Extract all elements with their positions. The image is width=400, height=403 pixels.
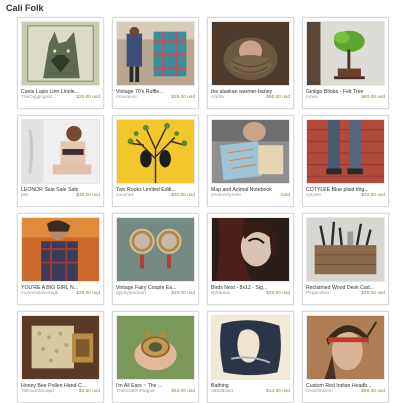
treasury-title: Cali Folk [6,3,44,13]
listing-card[interactable]: Vintage 70's Ruffle... mousevol $28.00 us… [112,17,199,109]
listing-price: $25.00 usd [171,291,195,296]
listing-card[interactable]: Reclaimed Wood Desk Cad... Pegandkai $30.… [302,213,389,305]
shop-name[interactable]: TalluvansSoaps [21,389,55,395]
shop-name[interactable]: lightbeas [211,291,230,297]
item-grid: Canis Lupis Linn Linole... TheDiggingest… [17,17,389,403]
listing-card[interactable]: Custom Red Indian Headb... DearOhDeer $98… [302,311,389,403]
listing-thumbnail[interactable] [116,21,195,86]
listing-price: $80.00 usd [361,95,385,100]
listing-thumbnail[interactable] [211,119,290,184]
listing-price: $98.00 usd [361,389,385,394]
listing-thumbnail[interactable] [116,119,195,184]
listing-thumbnail[interactable] [116,217,195,282]
listing-card[interactable]: Map and Animal Notebook yeahusrtyrinte So… [207,115,294,207]
listing-thumbnail[interactable] [211,315,290,380]
listing-thumbnail[interactable] [211,21,290,86]
listing-card[interactable]: I'm All Ears ~ The ... TheGoldenPlague $8… [112,311,199,403]
listing-card[interactable]: LEONOR Sale Sale Sale phil $35.00 usd [17,115,104,207]
shop-name[interactable]: DearOhDeer [306,389,333,395]
listing-price: $84.00 usd [171,389,195,394]
listing-price: $28.00 usd [171,95,195,100]
listing-thumbnail[interactable] [306,21,385,86]
listing-price: Sold [280,193,290,198]
listing-card[interactable]: Vintage Fairy Couple Ea... gypsymoonart $… [112,213,199,305]
listing-thumbnail[interactable] [21,119,100,184]
shop-name[interactable]: gypsymoonart [116,291,146,297]
listing-card[interactable]: COTYLEE Blue plaid thig... cotylee $22.00… [302,115,389,207]
shop-name[interactable]: couchee [116,193,134,199]
listing-card[interactable]: Honey Bee Pollen Hand-C... TalluvansSoap… [17,311,104,403]
listing-price: $14.00 usd [266,389,290,394]
listing-price: $30.00 usd [171,193,195,198]
shop-name[interactable]: yeahusrtyrinte [211,193,241,199]
listing-thumbnail[interactable] [306,315,385,380]
listing-price: $20.00 usd [76,95,100,100]
listing-thumbnail[interactable] [21,21,100,86]
listing-card[interactable]: Bathing rabbitblast $14.00 usd [207,311,294,403]
shop-name[interactable]: phil [21,193,28,199]
listing-card[interactable]: Ginkgo Biloba - Felt Tree mhes $80.00 usd [302,17,389,109]
listing-thumbnail[interactable] [306,217,385,282]
listing-card[interactable]: Two Rooks Limited Editi... couchee $30.00… [112,115,199,207]
listing-thumbnail[interactable] [306,119,385,184]
shop-name[interactable]: czetta [211,95,224,101]
listing-card[interactable]: Canis Lupis Linn Linole... TheDiggingest… [17,17,104,109]
listing-card[interactable]: the alaskan warmer-barley czetta $80.00 u… [207,17,294,109]
listing-card[interactable]: Birds Nest - 8x12 - Sig... lightbeas $36.… [207,213,294,305]
shop-name[interactable]: Pegandkai [306,291,329,297]
listing-card[interactable]: YOU'RE A BIG GIRL N... moonchildvintage $… [17,213,104,305]
listing-thumbnail[interactable] [21,217,100,282]
listing-price: $80.00 usd [266,95,290,100]
listing-thumbnail[interactable] [116,315,195,380]
listing-price: $4.50 usd [78,389,100,394]
shop-name[interactable]: mhes [306,95,318,101]
listing-price: $35.00 usd [76,193,100,198]
shop-name[interactable]: rabbitblast [211,389,233,395]
shop-name[interactable]: mousevol [116,95,137,101]
shop-name[interactable]: TheGoldenPlague [116,389,155,395]
listing-thumbnail[interactable] [211,217,290,282]
listing-price: $26.00 usd [76,291,100,296]
shop-name[interactable]: TheDiggingest... [21,95,56,101]
listing-price: $22.00 usd [361,193,385,198]
listing-price: $30.00 usd [361,291,385,296]
shop-name[interactable]: cotylee [306,193,321,199]
listing-price: $36.00 usd [266,291,290,296]
listing-thumbnail[interactable] [21,315,100,380]
shop-name[interactable]: moonchildvintage [21,291,58,297]
